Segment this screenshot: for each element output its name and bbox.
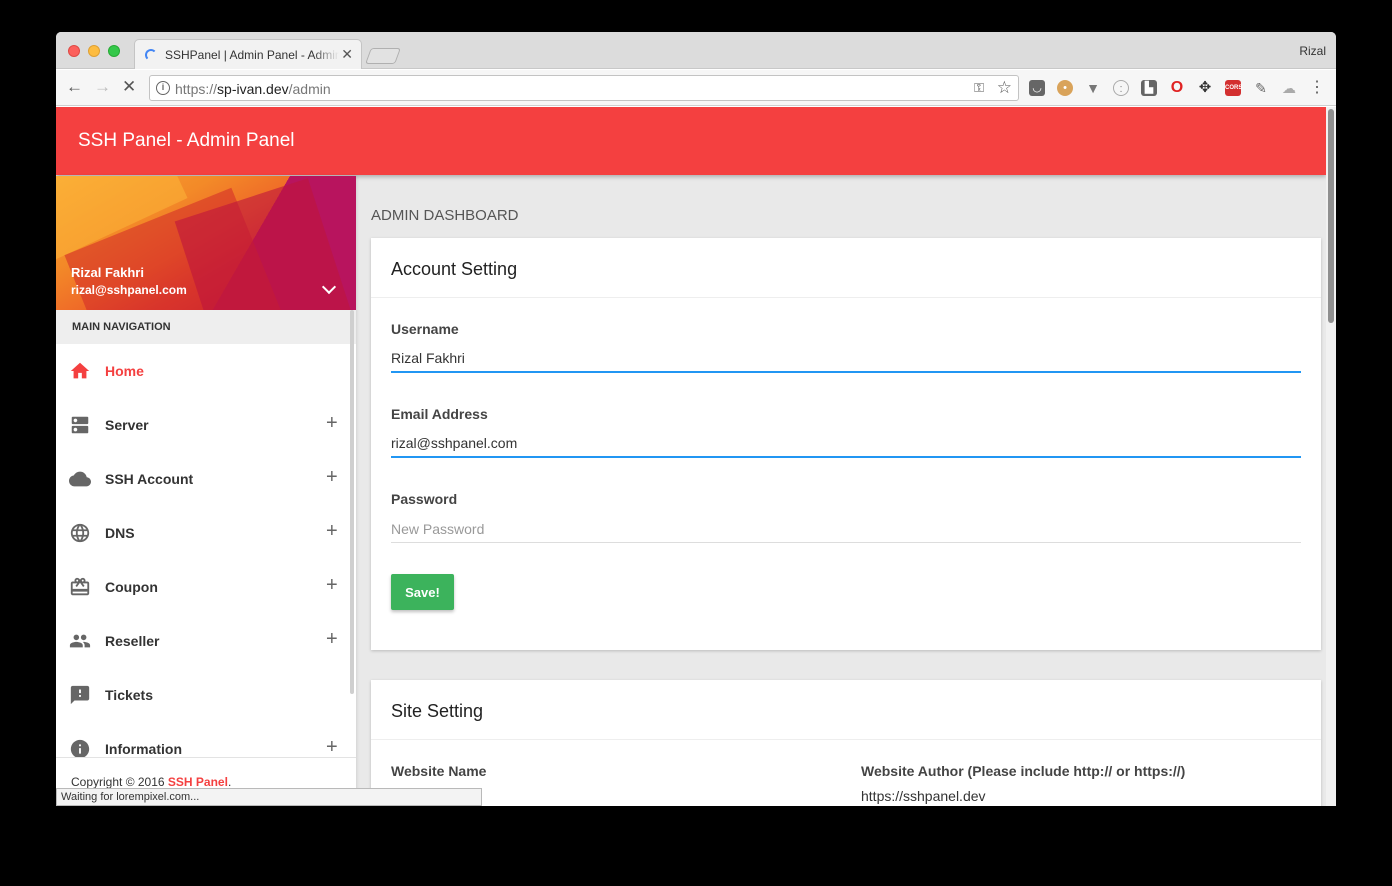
browser-window: SSHPanel | Admin Panel - Admin ✕ Rizal ←… — [56, 32, 1336, 806]
web-page: SSH Panel - Admin Panel Rizal Fakhri riz… — [56, 107, 1336, 806]
url-text[interactable]: https://sp-ivan.dev/admin — [175, 81, 331, 97]
sidebar-scrollbar[interactable] — [350, 310, 354, 694]
user-name: Rizal Fakhri — [71, 265, 144, 280]
website-name-field-group: Website Name — [391, 763, 831, 779]
password-input[interactable] — [391, 515, 1301, 543]
card-title: Account Setting — [391, 259, 518, 279]
card-header: Account Setting — [371, 238, 1321, 298]
scrollbar-thumb[interactable] — [1328, 109, 1334, 323]
user-email: rizal@sshpanel.com — [71, 283, 187, 297]
vue-devtools-icon[interactable]: ▼ — [1085, 80, 1101, 96]
group-icon — [69, 634, 91, 648]
pocket-extension-icon[interactable]: ◡ — [1029, 80, 1045, 96]
sidebar-item-label: Server — [105, 417, 149, 433]
app-title: SSH Panel - Admin Panel — [78, 130, 295, 151]
expand-plus-icon[interactable]: + — [326, 628, 338, 651]
status-bubble: Waiting for lorempixel.com... — [56, 788, 482, 806]
card-title: Site Setting — [391, 701, 484, 721]
browser-tab[interactable]: SSHPanel | Admin Panel - Admin ✕ — [134, 39, 362, 69]
sidebar-item-dns[interactable]: DNS + — [56, 506, 356, 560]
email-input[interactable] — [391, 430, 1301, 458]
loading-spinner-icon — [145, 49, 157, 61]
save-button[interactable]: Save! — [391, 574, 454, 610]
profile-name[interactable]: Rizal — [1299, 44, 1326, 58]
sidebar-item-ssh-account[interactable]: SSH Account + — [56, 452, 356, 506]
sidebar: Rizal Fakhri rizal@sshpanel.com MAIN NAV… — [56, 176, 356, 806]
sidebar-item-label: DNS — [105, 525, 135, 541]
opera-extension-icon[interactable]: O — [1169, 80, 1185, 96]
sidebar-item-label: Tickets — [105, 687, 153, 703]
expand-plus-icon[interactable]: + — [326, 736, 338, 759]
cors-extension-icon[interactable]: CORS — [1225, 80, 1242, 96]
globe-icon — [70, 523, 90, 543]
sidebar-item-label: Home — [105, 363, 144, 379]
cloud-icon — [69, 471, 91, 487]
sidebar-item-label: Reseller — [105, 633, 160, 649]
website-author-label: Website Author (Please include http:// o… — [861, 763, 1186, 779]
address-bar[interactable]: i https://sp-ivan.dev/admin ⚿ ☆ — [149, 75, 1019, 101]
sidebar-item-reseller[interactable]: Reseller + — [56, 614, 356, 668]
move-extension-icon[interactable]: ✥ — [1197, 80, 1213, 96]
website-author-input[interactable]: https://sshpanel.dev — [861, 788, 986, 804]
key-icon[interactable]: ⚿ — [974, 80, 984, 96]
sidebar-item-tickets[interactable]: Tickets — [56, 668, 356, 722]
brand-link[interactable]: SSH Panel — [168, 775, 228, 789]
page-title: ADMIN DASHBOARD — [371, 207, 519, 224]
website-name-label: Website Name — [391, 763, 487, 779]
expand-plus-icon[interactable]: + — [326, 574, 338, 597]
browser-toolbar: ← → ✕ i https://sp-ivan.dev/admin ⚿ ☆ ◡ … — [56, 70, 1336, 106]
bookmark-star-icon[interactable]: ☆ — [997, 78, 1012, 98]
status-text: Waiting for lorempixel.com... — [61, 791, 200, 803]
website-author-field-group: Website Author (Please include http:// o… — [861, 763, 1301, 804]
password-label: Password — [391, 491, 458, 507]
site-info-icon[interactable]: i — [156, 81, 170, 95]
username-input[interactable] — [391, 345, 1301, 373]
back-arrow-icon[interactable]: ← — [66, 78, 83, 96]
password-field-group: Password — [391, 491, 1301, 543]
email-field-group: Email Address — [391, 406, 1301, 458]
tab-strip: SSHPanel | Admin Panel - Admin ✕ Rizal — [56, 32, 1336, 69]
nav-header-label: MAIN NAVIGATION — [72, 321, 171, 333]
sidebar-item-label: Coupon — [105, 579, 158, 595]
tab-title: SSHPanel | Admin Panel - Admin — [165, 48, 339, 62]
zoom-window-button[interactable] — [108, 45, 120, 57]
close-tab-icon[interactable]: ✕ — [341, 46, 353, 63]
sidebar-item-label: SSH Account — [105, 471, 194, 487]
expand-plus-icon[interactable]: + — [326, 520, 338, 543]
main-content: ADMIN DASHBOARD Account Setting Username… — [356, 176, 1326, 806]
new-tab-button[interactable] — [365, 48, 401, 64]
expand-plus-icon[interactable]: + — [326, 412, 338, 435]
cloud-extension-icon[interactable]: ☁ — [1281, 80, 1297, 96]
image-extension-icon[interactable]: ▙ — [1141, 80, 1157, 96]
circle-extension-icon[interactable]: : — [1113, 80, 1129, 96]
close-window-button[interactable] — [68, 45, 80, 57]
copyright-text: Copyright © 2016 SSH Panel. — [71, 775, 232, 789]
chrome-menu-icon[interactable]: ⋮ — [1309, 80, 1325, 96]
forward-arrow-icon[interactable]: → — [94, 78, 111, 96]
sidebar-item-server[interactable]: Server + — [56, 398, 356, 452]
expand-plus-icon[interactable]: + — [326, 466, 338, 489]
account-setting-card: Account Setting Username Email Address P… — [371, 238, 1321, 650]
sidebar-item-coupon[interactable]: Coupon + — [56, 560, 356, 614]
username-label: Username — [391, 321, 459, 337]
eyedropper-extension-icon[interactable]: ✎ — [1253, 80, 1269, 96]
nav-header: MAIN NAVIGATION — [56, 310, 356, 344]
minimize-window-button[interactable] — [88, 45, 100, 57]
stop-loading-icon[interactable]: ✕ — [122, 78, 136, 96]
nav-list: Home Server + SSH Account + DNS + Coupon… — [56, 344, 356, 776]
gift-card-icon — [70, 577, 90, 596]
user-info-banner: Rizal Fakhri rizal@sshpanel.com — [56, 176, 356, 310]
cookie-extension-icon[interactable]: • — [1057, 80, 1073, 96]
sidebar-item-home[interactable]: Home — [56, 344, 356, 398]
site-setting-card: Site Setting Website Name Website Author… — [371, 680, 1321, 806]
card-header: Site Setting — [371, 680, 1321, 740]
feedback-icon — [70, 685, 90, 705]
home-icon — [70, 362, 90, 379]
email-label: Email Address — [391, 406, 488, 422]
sidebar-item-label: Information — [105, 741, 182, 757]
username-field-group: Username — [391, 321, 1301, 373]
app-bar: SSH Panel - Admin Panel — [56, 107, 1326, 175]
server-icon — [71, 416, 89, 434]
page-scrollbar[interactable] — [1326, 107, 1336, 806]
